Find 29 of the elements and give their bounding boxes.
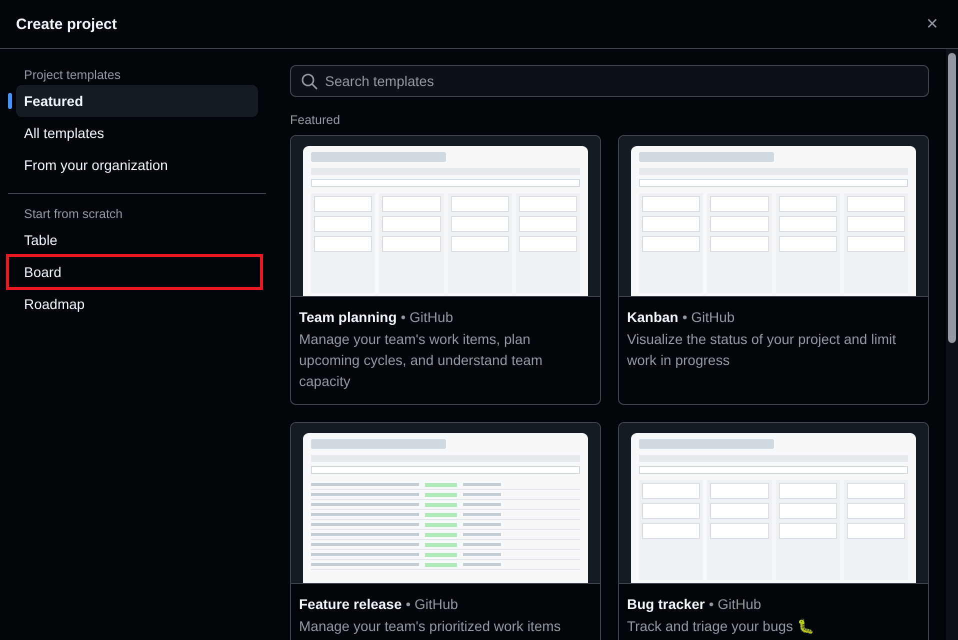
- scrollbar[interactable]: [946, 49, 958, 640]
- template-card[interactable]: Kanban • GitHub Visualize the status of your project and limit work in progress: [618, 135, 929, 405]
- section-heading: Project templates: [23, 67, 122, 84]
- template-description: Visualize the status of your project and limit work in progress: [627, 330, 897, 370]
- sidebar-item[interactable]: Board: [8, 256, 261, 288]
- close-button[interactable]: ×: [922, 12, 942, 36]
- template-name: Kanban: [627, 309, 678, 325]
- template-description: Track and triage your bugs 🐛: [627, 617, 815, 636]
- author-label: • GitHub: [708, 596, 762, 612]
- author-label: • GitHub: [400, 309, 454, 325]
- template-name: Feature release: [299, 596, 402, 612]
- sidebar-item[interactable]: From your organization: [16, 149, 258, 181]
- template-description: Manage your team's prioritized work items: [299, 617, 562, 636]
- template-description: Manage your team's work items, plan upcoming cycles, and understand team capacity: [299, 330, 544, 391]
- dialog-title: Create project: [16, 16, 117, 32]
- template-card[interactable]: Feature release • GitHub Manage your team's prioritized work items: [290, 422, 601, 640]
- template-card[interactable]: Bug tracker • GitHub Track and triage your bugs 🐛: [618, 422, 929, 640]
- template-name: Team planning: [299, 309, 397, 325]
- sidebar-item[interactable]: Roadmap: [16, 288, 258, 320]
- template-name: Bug tracker: [627, 596, 705, 612]
- sidebar-item[interactable]: All templates: [16, 117, 258, 149]
- sidebar-item[interactable]: Table: [16, 224, 258, 256]
- author-label: • GitHub: [406, 596, 458, 612]
- section-heading: Start from scratch: [23, 206, 124, 223]
- sidebar-item[interactable]: Featured: [16, 85, 258, 117]
- search-field[interactable]: Search templates: [290, 65, 929, 97]
- template-card[interactable]: Team planning • GitHub Manage your team's work items, plan upcoming cycles, and understand team capacity: [290, 135, 601, 405]
- section-title: Featured: [290, 113, 342, 127]
- author-label: • GitHub: [682, 309, 735, 325]
